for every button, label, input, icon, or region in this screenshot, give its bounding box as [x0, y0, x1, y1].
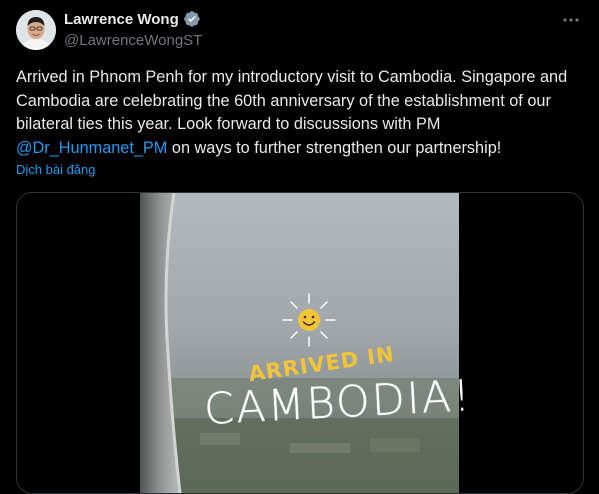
tweet-text: Arrived in Phnom Penh for my introductor…: [16, 66, 586, 161]
author-name[interactable]: Lawrence Wong: [64, 11, 179, 28]
verified-badge-icon: [183, 11, 200, 27]
tweet-text-body: Arrived in Phnom Penh for my introductor…: [16, 68, 568, 134]
mention-link[interactable]: @Dr_Hunmanet_PM: [16, 139, 167, 157]
translate-post-link[interactable]: Dịch bài đăng: [16, 162, 96, 177]
author-handle[interactable]: @LawrenceWongST: [64, 32, 202, 49]
profile-photo: [16, 10, 56, 50]
more-options-button[interactable]: [559, 10, 583, 30]
avatar[interactable]: [16, 10, 56, 50]
author-name-row[interactable]: Lawrence Wong: [64, 10, 201, 28]
more-horizontal-icon: [563, 18, 579, 22]
smiling-sun-icon: [282, 293, 336, 347]
tweet-text-tail: on ways to further strengthen our partne…: [167, 139, 502, 158]
